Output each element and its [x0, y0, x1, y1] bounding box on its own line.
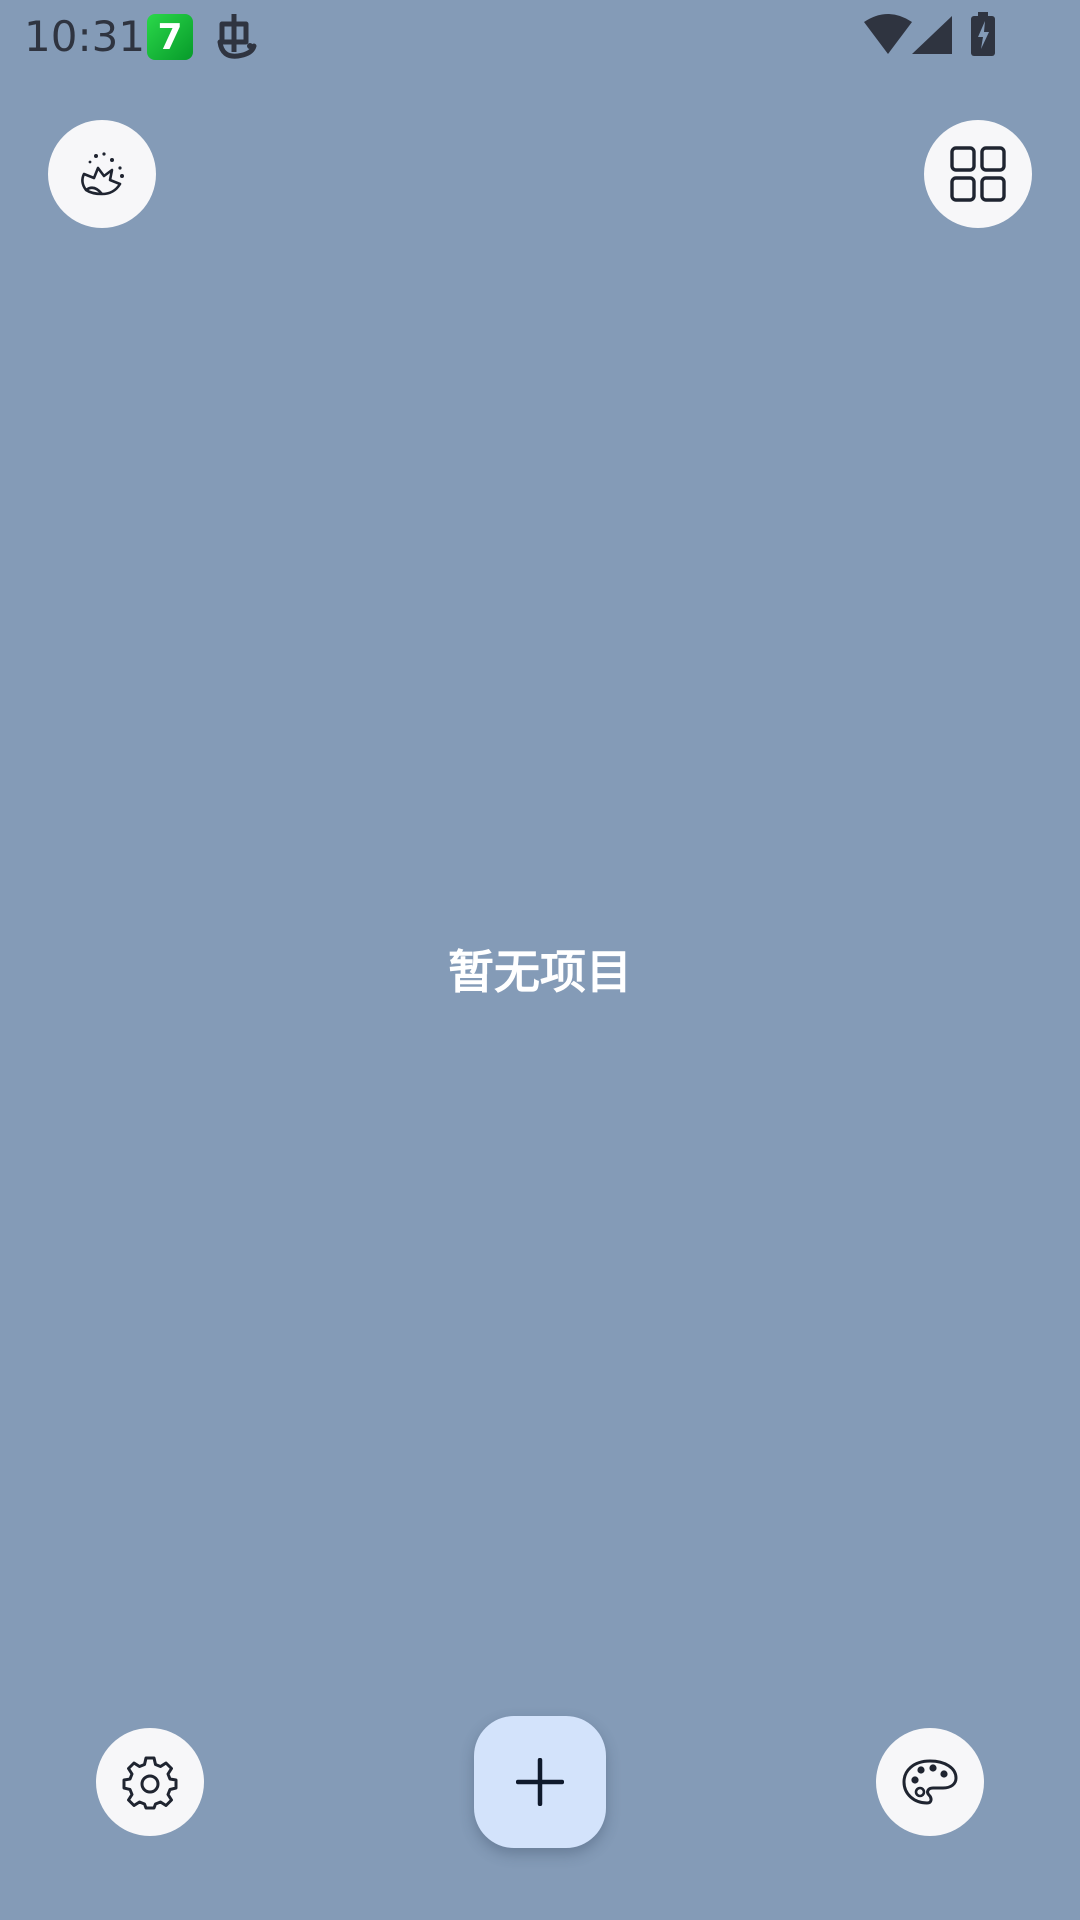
clean-button[interactable]	[48, 120, 156, 228]
add-item-button[interactable]	[474, 1716, 606, 1848]
grid-view-button[interactable]	[924, 120, 1032, 228]
cleaning-sparkle-icon	[81, 152, 124, 196]
status-bar: 10:31 7	[0, 0, 1080, 72]
bug-app-icon	[217, 14, 257, 59]
grid-view-icon	[950, 146, 1006, 202]
battery-charging-icon	[971, 12, 995, 56]
seven-app-icon: 7	[147, 14, 193, 60]
seven-app-badge-text: 7	[157, 16, 183, 58]
settings-button[interactable]	[96, 1728, 204, 1836]
theme-palette-button[interactable]	[876, 1728, 984, 1836]
cell-signal-icon	[912, 16, 952, 54]
gear-icon	[122, 1756, 178, 1810]
empty-state-message: 暂无项目	[448, 945, 632, 999]
home-screen: 10:31 7 暂无项目	[0, 0, 1080, 1920]
status-time: 10:31	[24, 12, 146, 61]
wifi-icon	[864, 14, 912, 54]
palette-icon	[902, 1759, 958, 1805]
plus-icon	[516, 1758, 564, 1806]
